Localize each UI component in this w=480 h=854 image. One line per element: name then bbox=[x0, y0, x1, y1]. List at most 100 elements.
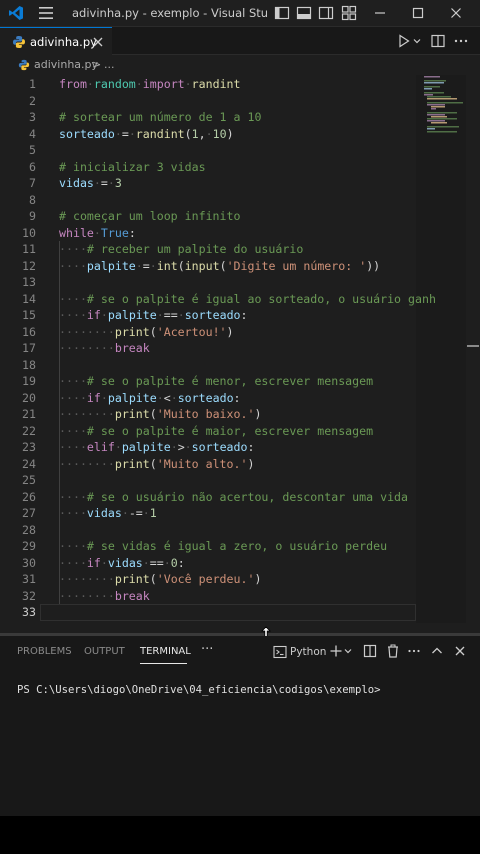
code-line[interactable]: 13 bbox=[0, 274, 420, 291]
code-editor[interactable]: 1 from·random·import·randint 2 3 # sortear u… bbox=[0, 75, 480, 633]
line-number: 1 bbox=[29, 77, 36, 91]
tab-adivinha-py[interactable]: adivinha.py bbox=[0, 27, 112, 55]
terminal-icon bbox=[273, 645, 287, 659]
line-number: 4 bbox=[29, 126, 36, 141]
line-number: 13 bbox=[22, 275, 36, 289]
maximize-icon[interactable] bbox=[410, 5, 426, 21]
code-line[interactable]: 22 ····# se o palpite é maior, escrever m… bbox=[0, 423, 420, 440]
code-line[interactable]: 17 ········break bbox=[0, 340, 420, 357]
code-line[interactable]: 1 from·random·import·randint bbox=[0, 76, 420, 93]
line-number: 17 bbox=[22, 341, 36, 355]
kill-terminal-icon[interactable] bbox=[386, 644, 400, 658]
code-line[interactable]: 4 sorteado·=·randint(1,·10) bbox=[0, 126, 420, 143]
launch-profile-chevron-icon[interactable] bbox=[343, 644, 353, 658]
code-line[interactable]: 21 ········print('Muito baixo.') bbox=[0, 406, 420, 423]
code-line[interactable]: 27 ····vidas·-=·1 bbox=[0, 505, 420, 522]
split-terminal-icon[interactable] bbox=[363, 644, 377, 658]
code-line[interactable]: 31 ········print('Você perdeu.') bbox=[0, 571, 420, 588]
more-actions-icon[interactable] bbox=[407, 644, 421, 658]
toggle-panel-icon[interactable] bbox=[296, 5, 312, 21]
code-text: ········break bbox=[59, 341, 150, 355]
code-line[interactable]: 28 bbox=[0, 522, 420, 539]
line-number: 11 bbox=[22, 242, 36, 256]
line-number: 3 bbox=[29, 110, 36, 124]
minimap[interactable] bbox=[422, 75, 466, 133]
scrollbar-position-marker bbox=[467, 345, 479, 347]
close-icon[interactable] bbox=[448, 5, 464, 21]
code-line[interactable]: 6 # inicializar 3 vidas bbox=[0, 159, 420, 176]
tab-output[interactable]: OUTPUT bbox=[84, 646, 125, 657]
title-bar: adivinha.py - exemplo - Visual Studio C.… bbox=[0, 0, 480, 27]
more-actions-icon[interactable] bbox=[453, 33, 469, 49]
line-number: 16 bbox=[22, 324, 36, 339]
maximize-panel-icon[interactable] bbox=[430, 644, 444, 658]
vscode-logo-icon bbox=[9, 6, 23, 20]
code-line[interactable]: 23 ····elif·palpite·>·sorteado: bbox=[0, 439, 420, 456]
code-line[interactable]: 10 while·True: bbox=[0, 225, 420, 242]
tab-problems[interactable]: PROBLEMS bbox=[17, 646, 72, 657]
hamburger-menu-icon[interactable] bbox=[38, 6, 54, 20]
terminal-prompt[interactable]: PS C:\Users\diogo\OneDrive\04_eficiencia… bbox=[17, 684, 381, 696]
customize-layout-icon[interactable] bbox=[341, 5, 357, 21]
code-line[interactable]: 16 ········print('Acertou!') bbox=[0, 324, 420, 341]
line-number: 2 bbox=[29, 93, 36, 108]
code-line[interactable]: 3 # sortear um número de 1 a 10 bbox=[0, 109, 420, 126]
breadcrumb-file[interactable]: adivinha.py bbox=[34, 58, 98, 71]
close-panel-icon[interactable] bbox=[453, 644, 467, 658]
close-tab-icon[interactable] bbox=[92, 36, 104, 48]
terminal-name[interactable]: Python bbox=[290, 646, 326, 658]
code-line[interactable]: 30 ····if·vidas·==·0: bbox=[0, 555, 420, 572]
code-line[interactable]: 26 ····# se o usuário não acertou, descon… bbox=[0, 489, 420, 506]
code-text: ····elif·palpite·>·sorteado: bbox=[59, 440, 255, 454]
minimize-icon[interactable] bbox=[372, 5, 388, 21]
line-number: 6 bbox=[29, 159, 36, 174]
editor-scrollbar[interactable] bbox=[466, 75, 480, 633]
code-line[interactable]: 29 ····# se vidas é igual a zero, o usuár… bbox=[0, 538, 420, 555]
toggle-secondary-sidebar-icon[interactable] bbox=[318, 5, 334, 21]
code-line[interactable]: 12 ····palpite·=·int(input('Digite um núm… bbox=[0, 258, 420, 275]
line-number: 25 bbox=[22, 473, 36, 487]
code-text: ····# se o usuário não acertou, desconta… bbox=[59, 489, 409, 504]
breadcrumb-separator: > bbox=[92, 58, 102, 71]
split-editor-icon[interactable] bbox=[430, 33, 446, 49]
bottom-panel: PROBLEMS OUTPUT TERMINAL ··· Python PS C… bbox=[0, 636, 480, 816]
line-number: 27 bbox=[22, 506, 36, 520]
code-line[interactable]: 2 bbox=[0, 93, 420, 110]
code-line[interactable]: 24 ········print('Muito alto.') bbox=[0, 456, 420, 473]
code-line[interactable]: 18 bbox=[0, 357, 420, 374]
editor-tab-bar: adivinha.py bbox=[0, 27, 480, 55]
code-text: ····if·vidas·==·0: bbox=[59, 555, 185, 570]
code-text: vidas·=·3 bbox=[59, 176, 122, 190]
line-number: 29 bbox=[22, 539, 36, 553]
code-line[interactable]: 20 ····if·palpite·<·sorteado: bbox=[0, 390, 420, 407]
new-terminal-icon[interactable] bbox=[329, 644, 343, 658]
code-text: ····# receber um palpite do usuário bbox=[59, 242, 304, 256]
indent-guide bbox=[59, 241, 60, 604]
tab-terminal[interactable]: TERMINAL bbox=[140, 646, 191, 657]
code-line[interactable]: 32 ········break bbox=[0, 588, 420, 605]
code-text: # começar um loop infinito bbox=[59, 209, 241, 223]
code-line[interactable]: 15 ····if·palpite·==·sorteado: bbox=[0, 307, 420, 324]
line-number: 5 bbox=[29, 143, 36, 157]
window-title: adivinha.py - exemplo - Visual Studio C.… bbox=[72, 6, 268, 20]
tab-label: adivinha.py bbox=[30, 35, 97, 49]
breadcrumb-symbols[interactable]: ... bbox=[104, 58, 115, 71]
code-line[interactable]: 11 ····# receber um palpite do usuário bbox=[0, 241, 420, 258]
code-line[interactable]: 14 ····# se o palpite é igual ao sorteado… bbox=[0, 291, 436, 308]
code-line[interactable]: 5 bbox=[0, 142, 420, 159]
code-line[interactable]: 25 bbox=[0, 472, 420, 489]
toggle-primary-sidebar-icon[interactable] bbox=[274, 5, 290, 21]
line-number: 22 bbox=[22, 423, 36, 438]
code-line[interactable]: 8 bbox=[0, 192, 420, 209]
line-number: 32 bbox=[22, 588, 36, 603]
code-line[interactable]: 7 vidas·=·3 bbox=[0, 175, 420, 192]
line-number: 24 bbox=[22, 456, 36, 471]
code-text: from·random·import·randint bbox=[59, 77, 241, 91]
run-icon[interactable] bbox=[396, 33, 412, 49]
line-number: 26 bbox=[22, 489, 36, 504]
code-line[interactable]: 9 # começar um loop infinito bbox=[0, 208, 420, 225]
line-number: 9 bbox=[29, 209, 36, 223]
code-line[interactable]: 19 ····# se o palpite é menor, escrever m… bbox=[0, 373, 420, 390]
run-chevron-icon[interactable] bbox=[412, 33, 422, 49]
panel-more-tabs[interactable]: ··· bbox=[201, 642, 213, 657]
